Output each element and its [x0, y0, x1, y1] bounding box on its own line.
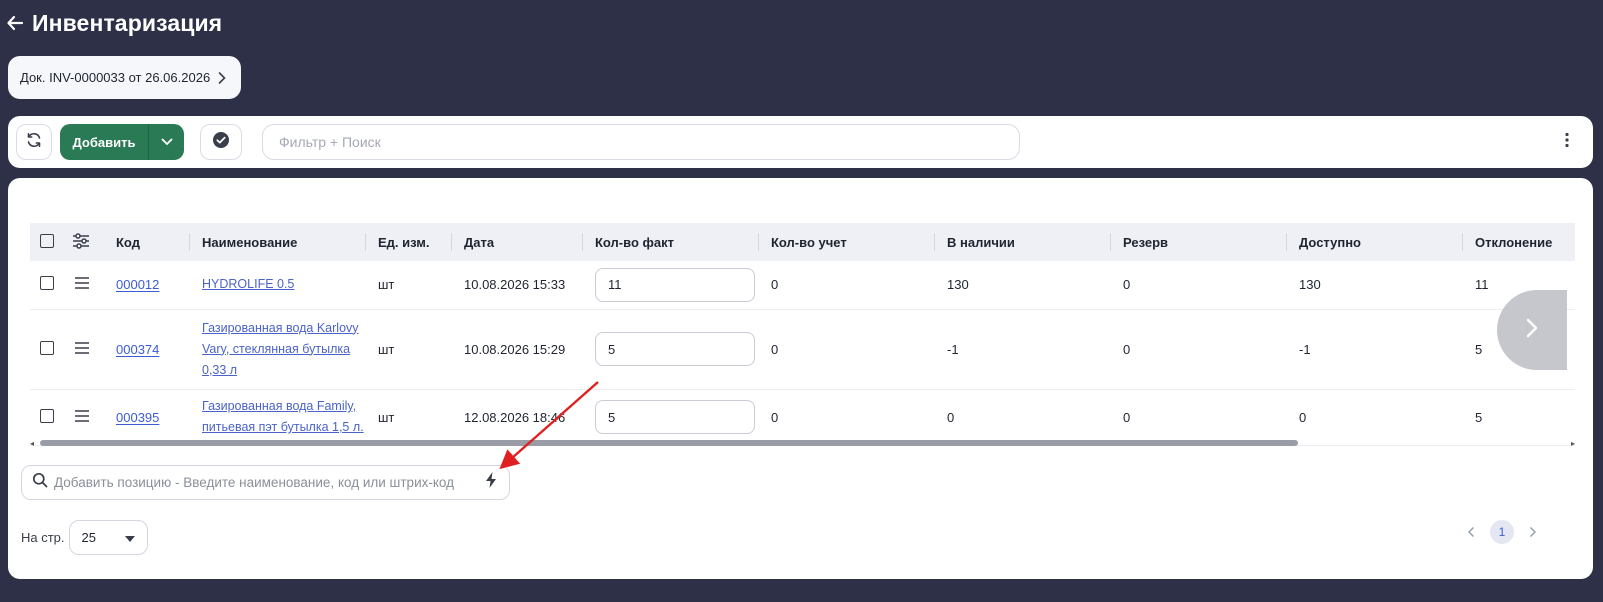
- col-name[interactable]: Наименование: [190, 223, 366, 261]
- row-in-stock: 0: [935, 389, 1111, 446]
- row-menu-icon[interactable]: [74, 341, 90, 358]
- add-button[interactable]: Добавить: [60, 124, 148, 160]
- pagination: 1: [1462, 520, 1542, 544]
- next-page-icon[interactable]: [1524, 523, 1542, 541]
- page-header: Инвентаризация: [6, 8, 222, 38]
- chevron-down-icon: [161, 133, 173, 151]
- horizontal-scrollbar[interactable]: ◂ ▸: [30, 439, 1575, 448]
- qty-fact-input[interactable]: [595, 267, 755, 302]
- row-available: 130: [1287, 261, 1463, 310]
- kebab-menu-icon: [1565, 132, 1569, 153]
- row-code-link[interactable]: 000012: [116, 277, 159, 292]
- prev-page-icon[interactable]: [1462, 523, 1480, 541]
- col-qty-account[interactable]: Кол-во учет: [759, 223, 935, 261]
- refresh-button[interactable]: [16, 124, 52, 160]
- column-settings-cell: [64, 223, 104, 261]
- refresh-icon: [26, 132, 42, 153]
- row-reserve: 0: [1111, 261, 1287, 310]
- row-qty-account: 0: [759, 389, 935, 446]
- scroll-next-button[interactable]: [1497, 290, 1567, 370]
- row-date: 12.08.2026 18:46: [452, 389, 583, 446]
- items-table: Код Наименование Ед. изм. Дата Кол-во фа…: [30, 223, 1575, 449]
- row-checkbox[interactable]: [40, 408, 54, 423]
- row-checkbox[interactable]: [40, 340, 54, 355]
- filter-search-input[interactable]: [262, 124, 1020, 160]
- more-options-button[interactable]: [1557, 132, 1577, 152]
- confirm-button[interactable]: [200, 124, 242, 160]
- page-title: Инвентаризация: [32, 9, 223, 36]
- row-name-link[interactable]: Газированная вода Family, питьевая пэт б…: [202, 396, 364, 438]
- per-page-select[interactable]: 25: [68, 520, 148, 555]
- page-1-button[interactable]: 1: [1490, 520, 1514, 544]
- row-unit: шт: [366, 261, 452, 310]
- arrow-left-icon[interactable]: [6, 14, 24, 32]
- add-button-group: Добавить: [60, 124, 184, 160]
- col-available[interactable]: Доступно: [1287, 223, 1463, 261]
- table-row: 000395 Газированная вода Family, питьева…: [30, 389, 1575, 446]
- col-code[interactable]: Код: [104, 223, 190, 261]
- row-in-stock: -1: [935, 309, 1111, 390]
- search-icon: [32, 472, 48, 493]
- col-deviation[interactable]: Отклонение: [1463, 223, 1575, 261]
- column-settings-icon[interactable]: [72, 232, 90, 252]
- add-position-field: [21, 465, 510, 500]
- check-circle-icon: [212, 131, 230, 154]
- row-deviation: 5: [1463, 389, 1575, 446]
- add-position-input[interactable]: [54, 475, 471, 490]
- row-name-link[interactable]: HYDROLIFE 0.5: [202, 274, 364, 295]
- chevron-right-icon: [1525, 317, 1539, 344]
- scroll-left-icon[interactable]: ◂: [30, 439, 34, 448]
- row-menu-icon[interactable]: [74, 409, 90, 426]
- col-in-stock[interactable]: В наличии: [935, 223, 1111, 261]
- row-available: -1: [1287, 309, 1463, 390]
- row-in-stock: 130: [935, 261, 1111, 310]
- row-reserve: 0: [1111, 309, 1287, 390]
- per-page-control: На стр. 25: [21, 520, 148, 555]
- scrollbar-thumb[interactable]: [40, 440, 1298, 446]
- row-unit: шт: [366, 389, 452, 446]
- toolbar: Добавить: [8, 116, 1593, 168]
- table-header-row: Код Наименование Ед. изм. Дата Кол-во фа…: [30, 223, 1575, 261]
- row-code-link[interactable]: 000374: [116, 342, 159, 357]
- row-available: 0: [1287, 389, 1463, 446]
- add-dropdown-button[interactable]: [148, 124, 184, 160]
- col-reserve[interactable]: Резерв: [1111, 223, 1287, 261]
- row-checkbox[interactable]: [40, 276, 54, 291]
- row-date: 10.08.2026 15:33: [452, 261, 583, 310]
- document-label: Док. INV-0000033 от 26.06.2026: [20, 70, 211, 85]
- row-name-link[interactable]: Газированная вода Karlovy Vary, стеклянн…: [202, 318, 364, 381]
- row-date: 10.08.2026 15:29: [452, 309, 583, 390]
- col-date[interactable]: Дата: [452, 223, 583, 261]
- col-unit[interactable]: Ед. изм.: [366, 223, 452, 261]
- row-reserve: 0: [1111, 389, 1287, 446]
- qty-fact-input[interactable]: [595, 332, 755, 366]
- per-page-value: 25: [81, 530, 96, 545]
- document-chip[interactable]: Док. INV-0000033 от 26.06.2026: [8, 56, 241, 99]
- chevron-right-icon: [217, 71, 227, 85]
- col-qty-fact[interactable]: Кол-во факт: [583, 223, 759, 261]
- lightning-icon[interactable]: [483, 471, 499, 494]
- select-all-cell: [30, 223, 64, 261]
- qty-fact-input[interactable]: [595, 400, 755, 434]
- table-row: 000374 Газированная вода Karlovy Vary, с…: [30, 309, 1575, 390]
- row-code-link[interactable]: 000395: [116, 410, 159, 425]
- select-all-checkbox[interactable]: [40, 233, 54, 248]
- row-qty-account: 0: [759, 309, 935, 390]
- table-row: 000012 HYDROLIFE 0.5 шт 10.08.2026 15:33…: [30, 261, 1575, 310]
- row-qty-account: 0: [759, 261, 935, 310]
- row-unit: шт: [366, 309, 452, 390]
- caret-down-icon: [124, 530, 135, 545]
- scroll-right-icon[interactable]: ▸: [1571, 439, 1575, 448]
- per-page-label: На стр.: [21, 530, 65, 545]
- main-panel: Код Наименование Ед. изм. Дата Кол-во фа…: [8, 178, 1593, 579]
- row-menu-icon[interactable]: [74, 277, 90, 293]
